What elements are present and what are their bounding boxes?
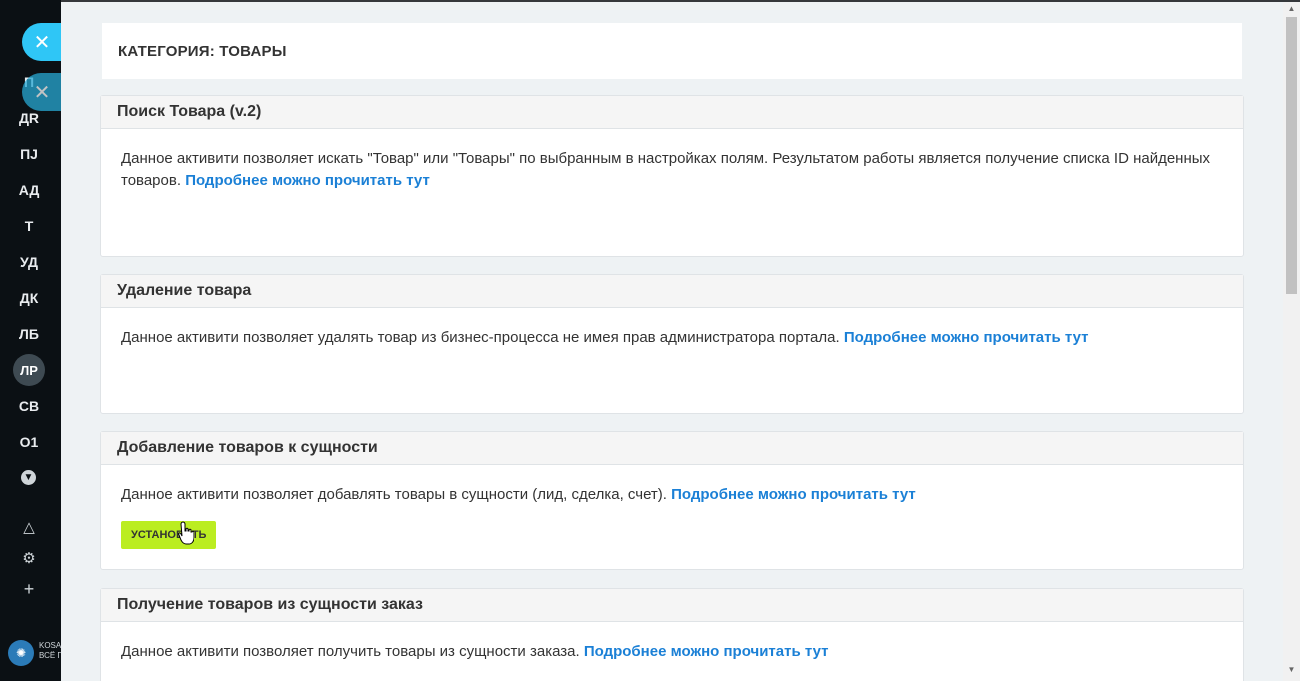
close-icon: ✕ — [33, 31, 51, 54]
activity-card-get-order-products: Получение товаров из сущности заказ Данн… — [100, 588, 1244, 681]
card-title: Добавление товаров к сущности — [101, 432, 1243, 465]
activity-card-add-products: Добавление товаров к сущности Данное акт… — [100, 431, 1244, 570]
card-description: Данное активити позволяет удалять товар … — [121, 329, 1089, 346]
sidebar-item-6[interactable]: УД — [0, 254, 58, 270]
sidebar-item-2[interactable]: ДR — [0, 110, 58, 126]
sidebar-item-11[interactable]: О1 — [0, 434, 58, 450]
card-title: Поиск Товара (v.2) — [101, 96, 1243, 129]
read-more-link[interactable]: Подробнее можно прочитать тут — [844, 329, 1089, 346]
scrollbar-thumb[interactable] — [1286, 17, 1297, 294]
scroll-down-icon[interactable]: ▼ — [1283, 663, 1300, 677]
main-content: КАТЕГОРИЯ: ТОВАРЫ Поиск Товара (v.2) Дан… — [61, 2, 1283, 681]
logo-icon: ✺ — [8, 640, 34, 666]
sidebar-item-3[interactable]: ПJ — [0, 146, 58, 162]
logo-text: KOSA ВСЁ Г — [39, 641, 61, 660]
card-title: Получение товаров из сущности заказ — [101, 589, 1243, 622]
scroll-up-icon[interactable]: ▲ — [1283, 2, 1300, 16]
sidebar-item-7[interactable]: ДК — [0, 290, 58, 306]
close-icon: ✕ — [33, 81, 51, 104]
category-header: КАТЕГОРИЯ: ТОВАРЫ — [102, 23, 1242, 79]
card-description: Данное активити позволяет искать "Товар"… — [121, 150, 1211, 189]
structure-icon[interactable]: △ — [0, 518, 58, 536]
card-description: Данное активити позволяет добавлять това… — [101, 465, 1243, 549]
sidebar-item-8[interactable]: ЛБ — [0, 326, 58, 342]
close-slider-button[interactable]: ✕ — [22, 23, 62, 61]
activity-card-product-delete: Удаление товара Данное активити позволяе… — [100, 274, 1244, 414]
sidebar-item-4[interactable]: АД — [0, 182, 58, 198]
hand-cursor-icon — [178, 521, 194, 545]
install-button[interactable]: УСТАНОВИТЬ — [121, 521, 217, 549]
plus-icon[interactable]: + — [0, 579, 58, 600]
page-title: КАТЕГОРИЯ: ТОВАРЫ — [118, 42, 287, 60]
card-title: Удаление товара — [101, 275, 1243, 308]
read-more-link[interactable]: Подробнее можно прочитать тут — [584, 643, 829, 660]
sidebar-item-10[interactable]: СВ — [0, 398, 58, 414]
read-more-link[interactable]: Подробнее можно прочитать тут — [671, 486, 916, 503]
sidebar-item-9[interactable]: ЛР — [13, 354, 45, 386]
close-slider-button-2[interactable]: ✕ — [22, 73, 62, 111]
read-more-link[interactable]: Подробнее можно прочитать тут — [185, 172, 430, 189]
gear-icon[interactable]: ⚙ — [0, 549, 58, 567]
sidebar-item-5[interactable]: Т — [0, 218, 58, 234]
vertical-scrollbar[interactable]: ▲ ▼ — [1283, 2, 1300, 681]
chevron-down-icon[interactable]: ▼ — [21, 470, 36, 485]
card-description: Данное активити позволяет получить товар… — [121, 643, 829, 660]
activity-card-product-search: Поиск Товара (v.2) Данное активити позво… — [100, 95, 1244, 257]
